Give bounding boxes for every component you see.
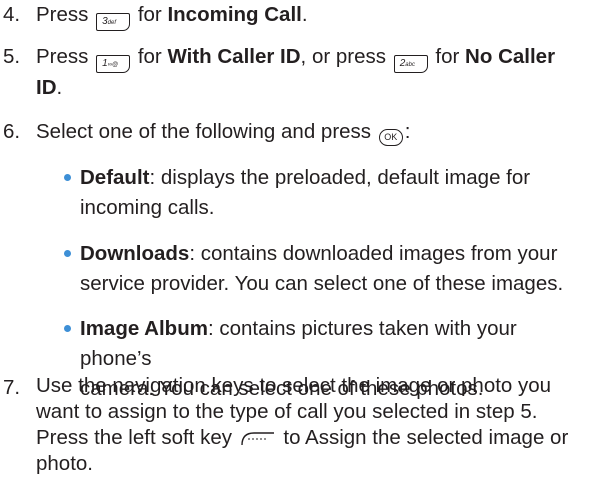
step-instruction: Select one of the following and press [36, 120, 372, 143]
option-title: Default [80, 166, 150, 189]
step-option: With Caller ID [167, 45, 301, 68]
step-line: Press the left soft key [36, 426, 232, 449]
step-line: Use the navigation keys to select the im… [36, 374, 552, 397]
ok-label: OK [384, 132, 398, 142]
step-end: . [301, 3, 308, 26]
step-text: Press 3def for Incoming Call. [36, 0, 589, 31]
option-text: Default: displays the preloaded, default… [80, 163, 589, 223]
left-soft-key-icon [240, 432, 274, 446]
option-text: Downloads: contains downloaded images fr… [80, 239, 589, 299]
step-end: : [404, 120, 411, 143]
step-text: Press 1∞@ for With Caller ID, or press 2… [36, 42, 589, 103]
option-title: Image Album [80, 317, 208, 340]
step-number: 7. [3, 376, 21, 399]
step-line: want to assign to the type of call you s… [36, 400, 538, 423]
option-title: Downloads [80, 242, 190, 265]
step-line: to Assign the selected image or [283, 426, 569, 449]
keypad-2-icon: 2abc [393, 55, 428, 73]
step-for: for [137, 3, 162, 26]
option-desc: : displays the preloaded, default image … [149, 166, 531, 189]
step-press: Press [36, 45, 89, 68]
key-sub: abc [405, 62, 415, 68]
step-number: 4. [3, 3, 21, 26]
keypad-3-icon: 3def [96, 13, 131, 31]
instructions-page: 4. Press 3def for Incoming Call. 5. Pres… [0, 0, 599, 479]
step-number: 6. [3, 120, 21, 143]
step-mid: , or press [300, 45, 386, 68]
step-line: photo. [36, 452, 93, 475]
option-desc-cont: service provider. You can select one of … [80, 272, 564, 295]
key-sub: def [107, 20, 117, 26]
bullet-icon [64, 325, 71, 332]
bullet-icon [64, 250, 71, 257]
step-text: Use the navigation keys to select the im… [36, 373, 589, 477]
ok-key-icon: OK [378, 129, 403, 146]
key-sub: ∞@ [107, 62, 119, 68]
step-number: 5. [3, 45, 21, 68]
step-press: Press [36, 3, 89, 26]
keypad-1-icon: 1∞@ [96, 55, 131, 73]
step-end: . [56, 76, 63, 99]
step-for: for [137, 45, 162, 68]
bullet-icon [64, 174, 71, 181]
option-desc: : contains downloaded images from your [189, 242, 558, 265]
step-for: for [435, 45, 460, 68]
step-option-cont: ID [36, 76, 57, 99]
step-option: Incoming Call [167, 3, 302, 26]
option-desc-cont: incoming calls. [80, 196, 215, 219]
step-option: No Caller [465, 45, 556, 68]
step-text: Select one of the following and press OK… [36, 117, 589, 147]
